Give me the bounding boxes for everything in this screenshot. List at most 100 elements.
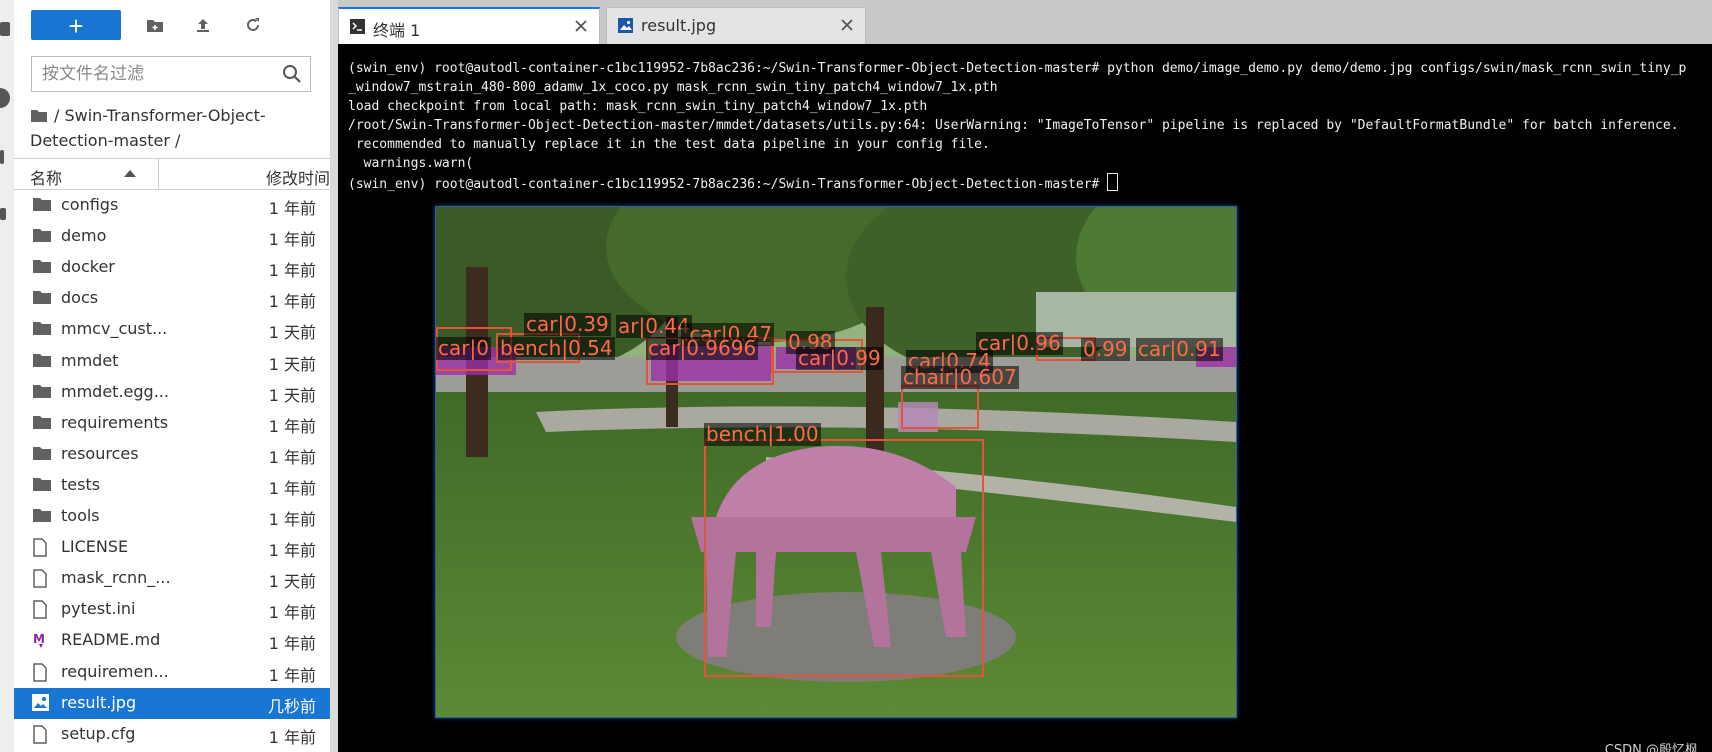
detection-label: chair|0.607 xyxy=(901,365,1019,389)
file-name: mmdet xyxy=(61,350,119,370)
activity-bar xyxy=(0,0,14,752)
file-modified: 1 年前 xyxy=(268,634,316,654)
file-modified: 1 年前 xyxy=(268,665,316,685)
column-modified[interactable]: 修改时间 xyxy=(266,165,330,189)
file-row[interactable]: M README.md 1 年前 xyxy=(14,625,330,656)
file-name: LICENSE xyxy=(61,537,129,557)
file-name: pytest.ini xyxy=(61,599,136,619)
file-modified: 1 天前 xyxy=(268,354,316,374)
new-folder-icon[interactable] xyxy=(140,10,170,40)
extension-icon[interactable] xyxy=(0,208,6,220)
file-name: demo xyxy=(61,226,107,246)
filter-input[interactable] xyxy=(32,57,292,91)
detection-label: car|0.99 xyxy=(796,346,883,370)
new-launcher-button[interactable]: + xyxy=(31,10,121,41)
file-modified: 1 年前 xyxy=(268,447,316,467)
file-name: configs xyxy=(61,195,119,214)
folder-icon xyxy=(32,258,52,276)
file-name: result.jpg xyxy=(61,692,137,712)
terminal-icon xyxy=(350,19,365,38)
file-icon xyxy=(32,569,52,588)
folder-icon xyxy=(32,320,52,338)
file-row[interactable]: setup.cfg 1 年前 xyxy=(14,719,330,750)
file-icon xyxy=(32,600,52,620)
file-icon xyxy=(32,538,52,557)
upload-icon[interactable] xyxy=(188,10,218,40)
split-handle[interactable] xyxy=(330,0,338,752)
image-icon xyxy=(32,693,52,712)
sort-asc-icon xyxy=(124,170,136,177)
terminal-cursor xyxy=(1107,173,1119,191)
file-row[interactable]: pytest.ini 1 年前 xyxy=(14,594,330,625)
detection-box xyxy=(704,439,984,677)
markdown-icon: M xyxy=(32,631,52,649)
file-modified: 1 年前 xyxy=(268,199,316,218)
detection-label: bench|1.00 xyxy=(704,422,821,446)
breadcrumb-path[interactable]: / Swin-Transformer-Object-Detection-mast… xyxy=(30,106,266,150)
file-modified: 1 年前 xyxy=(268,416,316,436)
filter-box xyxy=(31,56,311,92)
search-icon[interactable] xyxy=(282,64,302,88)
file-name: docker xyxy=(61,257,115,277)
result-image: car|0.39 ar|0.44 .car|0.47 0.98 car|0 be… xyxy=(435,206,1237,718)
running-icon[interactable] xyxy=(0,22,10,36)
list-header: 名称 修改时间 xyxy=(14,158,330,190)
detection-label: bench|0.54 xyxy=(498,336,615,360)
file-modified: 1 天前 xyxy=(268,323,316,343)
folder-icon xyxy=(32,227,52,245)
tab-label: result.jpg xyxy=(641,16,717,35)
image-icon xyxy=(618,18,633,37)
file-modified: 1 年前 xyxy=(268,478,316,498)
terminal-line: recommended to manually replace it in th… xyxy=(348,137,990,152)
file-row[interactable]: resources 1 年前 xyxy=(14,439,330,470)
file-name: mmdet.egg... xyxy=(61,381,169,401)
terminal-line: warnings.warn( xyxy=(348,156,474,171)
file-name: resources xyxy=(61,443,139,463)
breadcrumb[interactable]: / Swin-Transformer-Object-Detection-mast… xyxy=(30,104,326,152)
file-row[interactable]: tools 1 年前 xyxy=(14,501,330,532)
folder-icon xyxy=(32,383,52,401)
terminal-output[interactable]: (swin_env) root@autodl-container-c1bc119… xyxy=(348,59,1686,194)
close-icon[interactable] xyxy=(573,18,589,34)
detection-label: car|0.91 xyxy=(1136,337,1223,361)
file-modified: 1 天前 xyxy=(268,572,316,592)
file-name: docs xyxy=(61,288,99,308)
file-row[interactable]: docs 1 年前 xyxy=(14,283,330,314)
tab-terminal[interactable]: 终端 1 xyxy=(338,7,600,45)
watermark: CSDN @殷忆枫 xyxy=(1604,743,1698,752)
file-name: requirements xyxy=(61,412,169,432)
tab-result-image[interactable]: result.jpg xyxy=(606,7,866,44)
file-modified: 几秒前 xyxy=(267,696,316,716)
folder-icon xyxy=(32,476,52,494)
file-row[interactable]: tests 1 年前 xyxy=(14,470,330,501)
refresh-icon[interactable] xyxy=(238,10,268,40)
file-row[interactable]: mmdet 1 天前 xyxy=(14,346,330,377)
terminal-line: load checkpoint from local path: mask_rc… xyxy=(348,99,928,114)
home-folder-icon[interactable] xyxy=(30,106,48,129)
column-divider[interactable] xyxy=(158,159,159,189)
folder-icon xyxy=(32,352,52,370)
detection-label: car|0 xyxy=(436,336,491,360)
file-name: mmcv_cust... xyxy=(61,319,168,339)
file-row[interactable]: LICENSE 1 年前 xyxy=(14,532,330,563)
column-name[interactable]: 名称 xyxy=(30,165,62,189)
terminal-panel[interactable]: (swin_env) root@autodl-container-c1bc119… xyxy=(338,44,1712,752)
file-row[interactable]: requiremen... 1 年前 xyxy=(14,657,330,688)
terminal-line: (swin_env) root@autodl-container-c1bc119… xyxy=(348,61,1687,76)
file-row[interactable]: mmcv_cust... 1 天前 xyxy=(14,314,330,345)
file-row[interactable]: mmdet.egg... 1 天前 xyxy=(14,377,330,408)
file-row[interactable]: demo 1 年前 xyxy=(14,221,330,252)
file-modified: 1 年前 xyxy=(268,727,316,747)
tab-label: 终端 1 xyxy=(373,21,421,40)
file-row[interactable]: result.jpg 几秒前 xyxy=(14,687,330,719)
file-row[interactable]: configs 1 年前 xyxy=(14,190,330,221)
folder-icon xyxy=(32,507,52,525)
list-icon[interactable] xyxy=(0,150,4,164)
file-row[interactable]: mask_rcnn_... 1 天前 xyxy=(14,563,330,594)
file-row[interactable]: docker 1 年前 xyxy=(14,252,330,283)
close-icon[interactable] xyxy=(839,17,855,33)
file-row[interactable]: requirements 1 年前 xyxy=(14,408,330,439)
circle-icon[interactable] xyxy=(0,88,10,108)
file-modified: 1 年前 xyxy=(268,261,316,281)
terminal-line: /root/Swin-Transformer-Object-Detection-… xyxy=(348,118,1679,133)
